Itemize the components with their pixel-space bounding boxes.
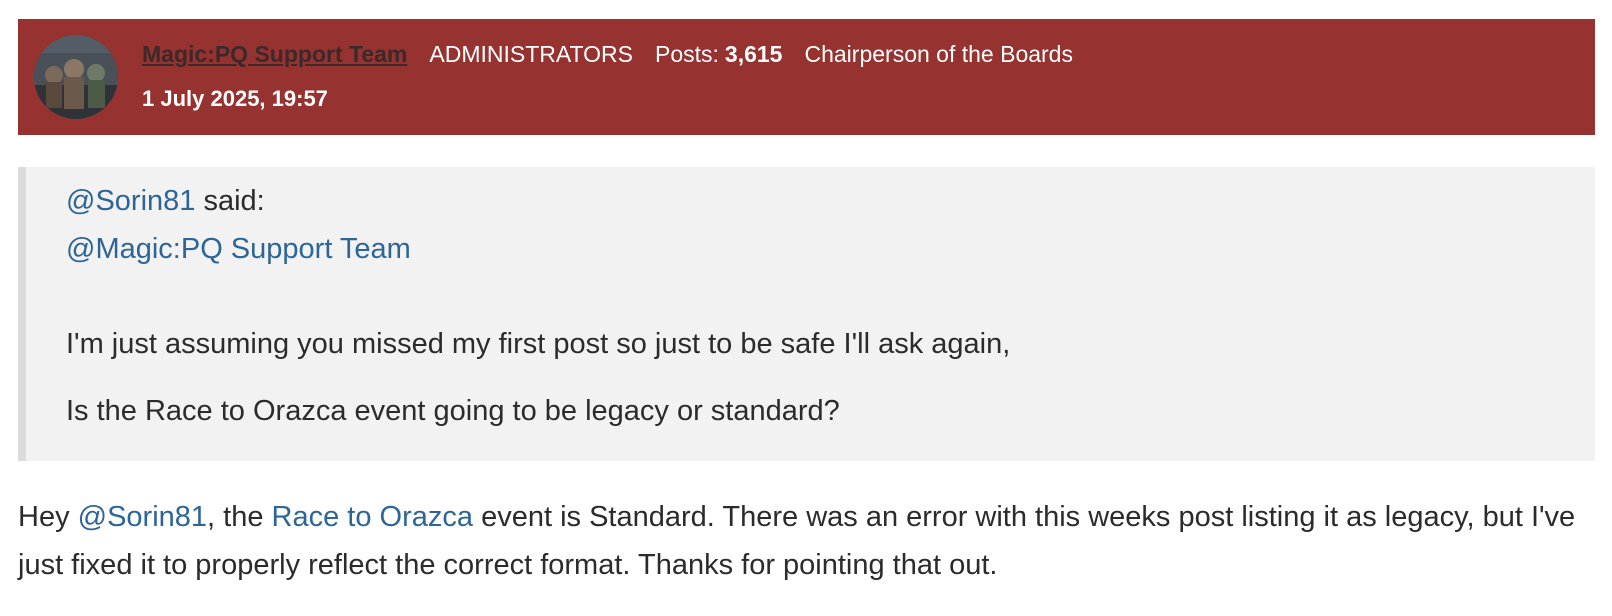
quote-block: @Sorin81 said: @Magic:PQ Support Team I'…	[18, 167, 1595, 461]
reply-text-1: Hey	[18, 501, 78, 533]
quote-author-mention[interactable]: @Sorin81	[66, 185, 195, 217]
post-body: Hey @Sorin81, the Race to Orazca event i…	[18, 493, 1578, 589]
quote-support-mention[interactable]: @Magic:PQ Support Team	[66, 233, 411, 265]
quote-paragraph-1: I'm just assuming you missed my first po…	[66, 328, 1011, 360]
reply-mention[interactable]: @Sorin81	[78, 501, 207, 533]
quote-said-label: said:	[195, 185, 265, 217]
post-timestamp[interactable]: 1 July 2025, 19:57	[142, 86, 328, 112]
user-title: Chairperson of the Boards	[804, 41, 1073, 67]
posts-label: Posts:	[655, 41, 719, 67]
post-header: Magic:PQ Support Team ADMINISTRATORS Pos…	[18, 19, 1595, 135]
avatar[interactable]	[34, 35, 118, 119]
quote-paragraph-2: Is the Race to Orazca event going to be …	[66, 395, 840, 427]
user-group: ADMINISTRATORS	[429, 41, 633, 67]
username-link[interactable]: Magic:PQ Support Team	[142, 41, 407, 68]
header-meta: Magic:PQ Support Team ADMINISTRATORS Pos…	[142, 41, 1073, 68]
quote-attribution: @Sorin81 said:	[66, 185, 265, 218]
reply-text-2: , the	[207, 501, 272, 533]
quote-line-mention: @Magic:PQ Support Team	[66, 233, 411, 266]
forum-post: Magic:PQ Support Team ADMINISTRATORS Pos…	[0, 0, 1612, 616]
event-link[interactable]: Race to Orazca	[272, 501, 473, 533]
avatar-image	[34, 35, 118, 119]
posts-count: 3,615	[724, 41, 783, 67]
